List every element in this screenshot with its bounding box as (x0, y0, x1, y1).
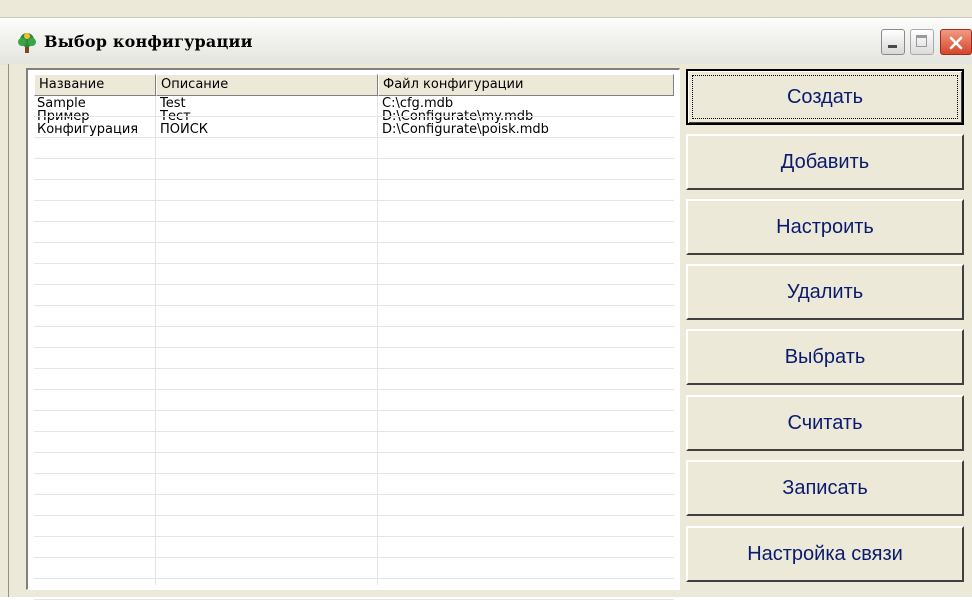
grid-row (34, 347, 674, 348)
read-button[interactable]: Считать (686, 395, 964, 451)
write-button[interactable]: Записать (686, 460, 964, 516)
grid-row (34, 368, 674, 369)
grid-row (34, 389, 674, 390)
grid-row (34, 326, 674, 327)
grid-row (34, 158, 674, 159)
column-divider (377, 96, 378, 585)
delete-button[interactable]: Удалить (686, 264, 964, 320)
create-button-label: Создать (786, 86, 863, 108)
column-header-description[interactable]: Описание (156, 74, 378, 96)
window-title: Выбор конфигурации (44, 32, 253, 51)
grid-row (34, 263, 674, 264)
column-divider (155, 96, 156, 585)
grid-row (34, 515, 674, 516)
grid-row (34, 452, 674, 453)
grid-row (34, 179, 674, 180)
grid-row (34, 410, 674, 411)
add-button[interactable]: Добавить (686, 134, 964, 190)
grid-row (34, 431, 674, 432)
grid-row (34, 116, 674, 117)
column-header-name[interactable]: Название (34, 74, 156, 96)
client-area: Название Описание Файл конфигурации Samp… (8, 64, 972, 600)
column-header-file[interactable]: Файл конфигурации (378, 74, 674, 96)
grid-row (34, 305, 674, 306)
grid-row (34, 284, 674, 285)
configurations-list[interactable]: Название Описание Файл конфигурации Samp… (26, 68, 680, 600)
row-name: Конфигурация (37, 122, 139, 137)
close-button[interactable] (940, 29, 972, 55)
create-button[interactable]: Создать (686, 69, 964, 125)
grid-row (34, 578, 674, 579)
minimize-button[interactable] (881, 29, 905, 55)
grid-row (34, 137, 674, 138)
grid-row (34, 494, 674, 495)
grid-row (34, 473, 674, 474)
list-header: Название Описание Файл конфигурации (34, 74, 674, 96)
grid-row (34, 221, 674, 222)
list-body: Название Описание Файл конфигурации Samp… (34, 74, 674, 600)
title-bar[interactable]: Выбор конфигурации (0, 17, 972, 65)
close-icon (949, 36, 963, 50)
grid-row (34, 536, 674, 537)
row-file: D:\Configurate\poisk.mdb (382, 122, 549, 137)
select-button[interactable]: Выбрать (686, 329, 964, 385)
maximize-button[interactable] (910, 29, 934, 55)
connection-settings-button[interactable]: Настройка связи (686, 526, 964, 582)
row-description: ПОИСК (160, 122, 209, 137)
grid-row (34, 200, 674, 201)
app-tree-icon (16, 32, 38, 54)
config-select-window: Выбор конфигурации Название Описание Фай… (0, 0, 972, 600)
grid-row (34, 557, 674, 558)
grid-row (34, 242, 674, 243)
configure-button[interactable]: Настроить (686, 199, 964, 255)
